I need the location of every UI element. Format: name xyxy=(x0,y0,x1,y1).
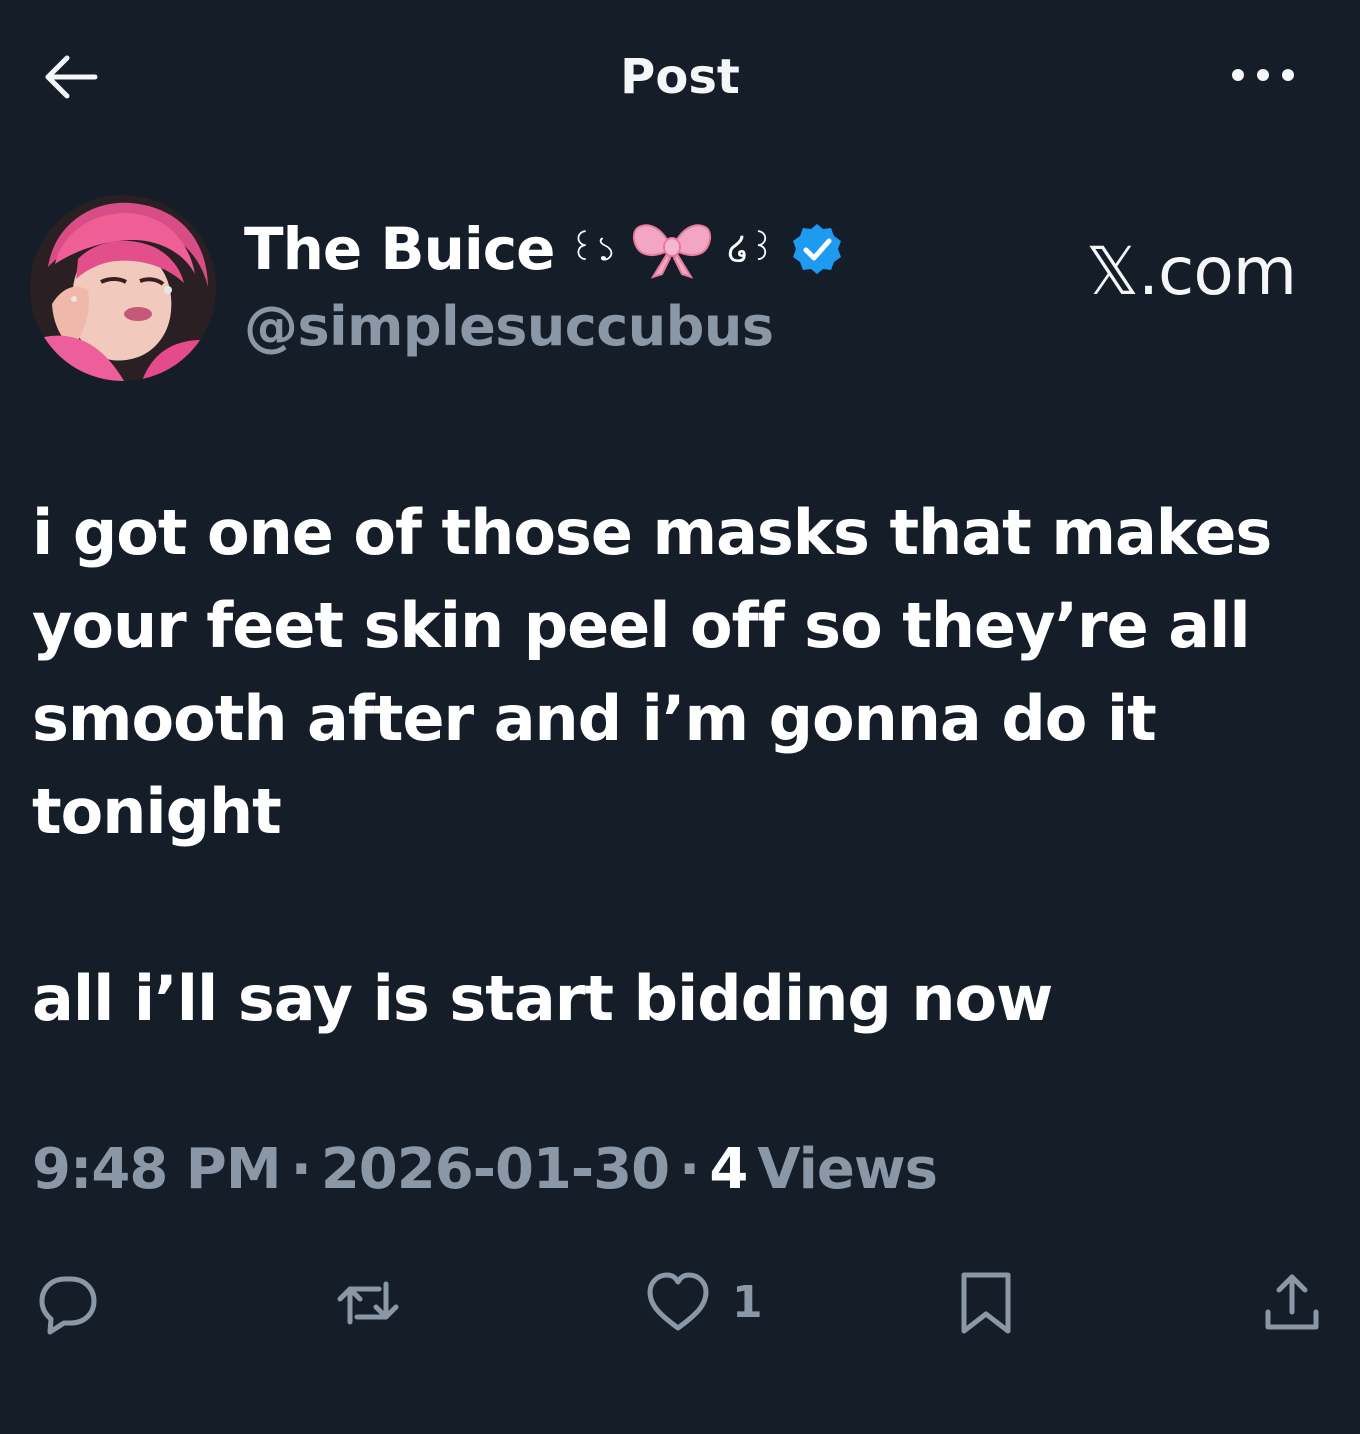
bookmark-button[interactable] xyxy=(950,1258,1022,1348)
post-date: 2026-01-30 xyxy=(320,1137,670,1202)
author-name-line[interactable]: The Buice ꒰১ ໒꒱ xyxy=(244,216,845,282)
repost-icon xyxy=(332,1267,404,1339)
username[interactable]: @simplesuccubus xyxy=(244,292,774,362)
post-paragraph: i got one of those masks that makes your… xyxy=(32,496,1272,848)
repost-button[interactable] xyxy=(332,1258,404,1348)
reply-button[interactable] xyxy=(28,1258,100,1348)
name-decoration-right: ໒꒱ xyxy=(727,229,776,269)
post-body: i got one of those masks that makes your… xyxy=(32,486,1312,1045)
avatar[interactable] xyxy=(30,195,216,381)
views-count: 4 xyxy=(709,1137,748,1202)
heart-icon xyxy=(642,1267,714,1339)
display-name[interactable]: The Buice xyxy=(244,216,555,282)
source-label: 𝕏.com xyxy=(1085,233,1297,310)
meta-separator: · xyxy=(679,1137,700,1202)
top-bar: Post xyxy=(0,0,1360,160)
post-page: Post The Buice ꒰১ ໒꒱ @simplesuccubus 𝕏.c… xyxy=(0,0,1360,1434)
ribbon-bow-icon xyxy=(631,219,713,279)
post-paragraph: all i’ll say is start bidding now xyxy=(32,962,1053,1035)
bookmark-icon xyxy=(950,1267,1022,1339)
more-options-button[interactable] xyxy=(1222,54,1304,100)
like-count: 1 xyxy=(732,1277,763,1328)
like-button[interactable]: 1 xyxy=(642,1258,763,1348)
verified-badge-icon xyxy=(789,221,845,277)
action-bar: 1 xyxy=(0,1258,1360,1348)
meta-separator: · xyxy=(290,1137,312,1202)
reply-icon xyxy=(28,1267,100,1339)
views-label: Views xyxy=(757,1137,938,1202)
post-time: 9:48 PM xyxy=(32,1137,282,1202)
name-decoration-left: ꒰১ xyxy=(568,229,618,269)
post-meta: 9:48 PM · 2026-01-30 · 4 Views xyxy=(32,1130,938,1210)
share-button[interactable] xyxy=(1256,1258,1328,1348)
author-row: The Buice ꒰১ ໒꒱ @simplesuccubus � xyxy=(0,192,1360,392)
share-icon xyxy=(1256,1267,1328,1339)
page-title: Post xyxy=(620,49,740,105)
more-dots-icon xyxy=(1228,65,1298,89)
